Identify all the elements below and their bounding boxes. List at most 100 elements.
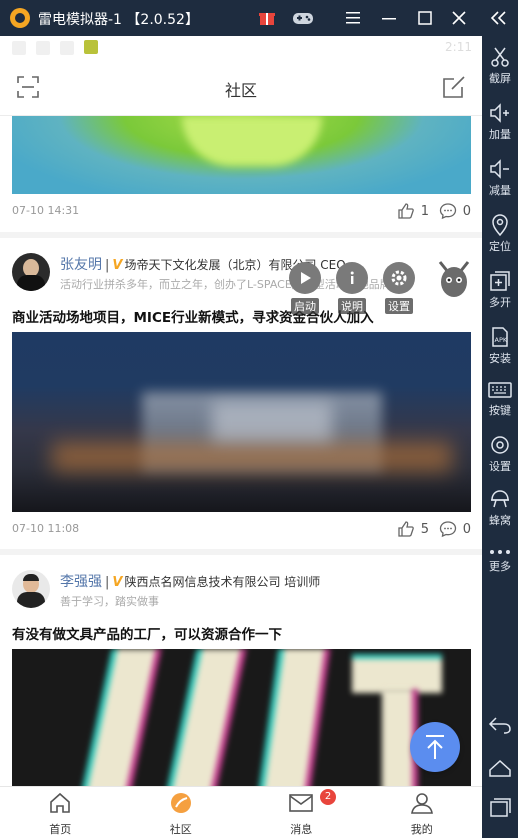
comment-bubble-icon — [439, 203, 456, 220]
author-line: 李强强 | V 陕西点名网信息技术有限公司 培训师 — [60, 574, 321, 590]
emulator-window: 雷电模拟器-1 【2.0.52】 截屏 加量 减量 定位 多开 APK 安装 按… — [0, 0, 518, 838]
like-button[interactable]: 5 — [397, 520, 429, 538]
tab-messages[interactable]: 消息 — [241, 787, 362, 838]
android-recents-button[interactable] — [482, 798, 518, 818]
android-back-button[interactable] — [482, 716, 518, 734]
home-icon — [50, 792, 71, 813]
sidebar-item-more[interactable]: 更多 — [482, 548, 518, 574]
home-outline-icon — [489, 759, 511, 777]
comment-count: 0 — [462, 521, 471, 537]
avatar[interactable] — [12, 253, 50, 291]
like-count: 5 — [420, 521, 429, 537]
hive-icon — [491, 490, 509, 508]
tab-me[interactable]: 我的 — [362, 787, 483, 838]
like-button[interactable]: 1 — [397, 202, 429, 220]
svg-text:APK: APK — [495, 336, 508, 344]
status-time: 2:11 — [445, 40, 472, 54]
notification-icon — [60, 41, 74, 55]
sidebar-item-hive[interactable]: 蜂窝 — [482, 488, 518, 528]
avatar[interactable] — [12, 570, 50, 608]
tab-home[interactable]: 首页 — [0, 787, 121, 838]
comment-button[interactable]: 0 — [439, 202, 471, 220]
robot-assistant-icon[interactable] — [436, 258, 472, 302]
scissors-icon — [491, 47, 509, 67]
info-icon — [350, 271, 354, 284]
gear-icon — [491, 436, 509, 454]
multi-window-icon — [490, 271, 510, 291]
title-bar: 雷电模拟器-1 【2.0.52】 — [0, 0, 518, 36]
post-feed[interactable]: 07-10 14:31 1 0 张友明 | V 场帝天下文化发展（北京）有限公司… — [0, 116, 482, 786]
mail-icon — [289, 794, 314, 812]
info-label: 说明 — [338, 298, 366, 314]
verified-v-icon: V — [112, 258, 123, 273]
maximize-icon[interactable] — [412, 7, 438, 29]
overlay-settings-button[interactable] — [383, 262, 415, 294]
post-date: 07-10 14:31 — [12, 204, 80, 217]
play-icon — [301, 272, 311, 284]
like-count: 1 — [420, 203, 429, 219]
notification-icon — [12, 41, 26, 55]
status-bar: 2:11 — [0, 36, 482, 60]
verified-v-icon: V — [112, 575, 123, 590]
bottom-tab-bar: 首页 社区 消息 我的 2 — [0, 786, 482, 838]
post-title[interactable]: 有没有做文具产品的工厂，可以资源合作一下 — [12, 623, 282, 643]
sidebar-item-volume-down[interactable]: 减量 — [482, 158, 518, 198]
close-icon[interactable] — [446, 7, 472, 29]
gift-icon[interactable] — [254, 7, 280, 29]
recents-icon — [490, 798, 511, 817]
app-notification-icon — [84, 40, 98, 54]
author-name[interactable]: 李强强 — [60, 574, 102, 590]
post-card[interactable]: 07-10 14:31 1 0 — [0, 116, 482, 232]
post-meta: 07-10 11:08 5 0 — [12, 520, 471, 540]
page-title: 社区 — [224, 81, 257, 100]
scroll-to-top-button[interactable] — [410, 722, 460, 772]
start-label: 启动 — [291, 298, 319, 314]
author-name[interactable]: 张友明 — [60, 257, 102, 273]
menu-icon[interactable] — [340, 7, 366, 29]
more-dots-icon — [490, 550, 510, 554]
sidebar-item-keymapping[interactable]: 按键 — [482, 380, 518, 418]
post-image[interactable] — [12, 332, 471, 512]
sidebar-item-volume-up[interactable]: 加量 — [482, 102, 518, 142]
android-home-button[interactable] — [482, 758, 518, 778]
minimize-icon[interactable] — [376, 7, 402, 29]
author-bio: 善于学习，踏实做事 — [60, 595, 159, 608]
app-logo-icon — [10, 8, 30, 28]
volume-up-icon — [490, 103, 509, 123]
window-title: 雷电模拟器-1 【2.0.52】 — [38, 12, 199, 28]
post-date: 07-10 11:08 — [12, 522, 80, 535]
apk-install-icon: APK — [492, 327, 508, 347]
app-header: 社区 — [0, 60, 482, 116]
android-screen: 2:11 社区 07-10 14:31 1 0 张友明 | V 场帝天下文化发展… — [0, 36, 482, 838]
community-icon — [170, 793, 191, 813]
author-company: 陕西点名网信息技术有限公司 培训师 — [124, 575, 321, 589]
gamepad-icon[interactable] — [290, 7, 316, 29]
compose-post-icon[interactable] — [442, 75, 466, 103]
notification-icon — [36, 41, 50, 55]
sidebar-item-location[interactable]: 定位 — [482, 214, 518, 254]
post-title[interactable]: 商业活动场地项目，MICE行业新模式，寻求资金合伙人加入 — [12, 306, 374, 326]
settings-label: 设置 — [385, 298, 413, 314]
sidebar-item-multi-instance[interactable]: 多开 — [482, 270, 518, 310]
info-button[interactable] — [336, 262, 368, 294]
sidebar-item-settings[interactable]: 设置 — [482, 434, 518, 474]
emulator-sidebar: 截屏 加量 减量 定位 多开 APK 安装 按键 设置 蜂窝 更多 — [482, 36, 518, 838]
arrow-up-icon — [426, 735, 444, 759]
user-icon — [410, 793, 433, 814]
keyboard-icon — [488, 382, 512, 398]
comment-bubble-icon — [439, 521, 456, 538]
comment-button[interactable]: 0 — [439, 520, 471, 538]
unread-badge: 2 — [320, 789, 336, 805]
post-image[interactable] — [12, 116, 471, 194]
sidebar-item-screenshot[interactable]: 截屏 — [482, 46, 518, 86]
sidebar-item-install-apk[interactable]: APK 安装 — [482, 326, 518, 366]
volume-down-icon — [490, 159, 509, 179]
tab-community[interactable]: 社区 — [121, 787, 242, 838]
post-image[interactable] — [12, 649, 471, 786]
collapse-sidebar-icon[interactable] — [486, 7, 512, 29]
start-button[interactable] — [289, 262, 321, 294]
gear-icon — [391, 270, 407, 286]
post-meta: 07-10 14:31 1 0 — [12, 202, 471, 222]
comment-count: 0 — [462, 203, 471, 219]
back-arrow-icon — [488, 717, 511, 734]
